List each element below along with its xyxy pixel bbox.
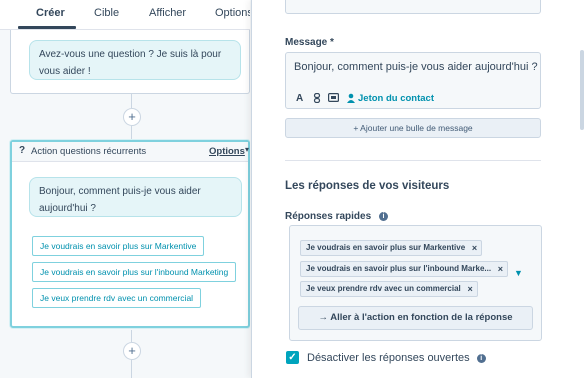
options-dropdown[interactable]: Options <box>209 146 245 157</box>
editor-tabs: Créer Cible Afficher Options <box>0 0 250 30</box>
contact-token-icon[interactable] <box>347 93 355 106</box>
info-icon[interactable]: i <box>476 353 486 363</box>
question-icon: ? <box>19 145 26 156</box>
contact-token-button[interactable]: Jeton du contact <box>358 93 434 104</box>
quick-reply-tag: Je veux prendre rdv avec un commercial × <box>300 281 478 297</box>
plus-icon: + <box>128 109 136 124</box>
chevron-down-icon[interactable]: ▼ <box>514 268 523 278</box>
media-icon[interactable] <box>328 93 340 105</box>
connector-line <box>131 126 132 140</box>
quick-reply-tag: Je voudrais en savoir plus sur Markentiv… <box>300 240 483 256</box>
tab-afficher[interactable]: Afficher <box>149 7 186 19</box>
add-step-button[interactable]: + <box>123 108 141 126</box>
section-divider <box>285 160 541 161</box>
message-editor[interactable]: Bonjour, comment puis-je vous aider aujo… <box>285 52 541 109</box>
close-icon[interactable]: × <box>498 262 503 276</box>
connector-line <box>131 94 132 108</box>
bot-message-bubble: Bonjour, comment puis-je vous aider aujo… <box>29 177 242 217</box>
plus-icon: + <box>128 343 136 358</box>
add-step-button[interactable]: + <box>123 342 141 360</box>
tag-label: Je voudrais en savoir plus sur l'inbound… <box>306 264 492 273</box>
faq-action-card[interactable]: ? Action questions récurrents Options ▾ … <box>10 140 250 328</box>
message-text[interactable]: Bonjour, comment puis-je vous aider aujo… <box>294 61 538 73</box>
close-icon[interactable]: × <box>467 282 472 296</box>
welcome-message-card[interactable]: Avez-vous une question ? Je suis là pour… <box>10 30 250 94</box>
flow-canvas: Créer Cible Afficher Options Avez-vous u… <box>0 0 250 378</box>
edit-panel: Message * Bonjour, comment puis-je vous … <box>251 0 585 378</box>
info-icon[interactable]: i <box>378 211 388 221</box>
previous-field-input[interactable] <box>285 0 541 14</box>
disable-open-responses-row: Désactiver les réponses ouvertes i <box>307 352 486 364</box>
connector-line <box>131 360 132 378</box>
card-title: Action questions récurrents <box>31 146 147 157</box>
panel-scrollbar[interactable] <box>580 50 584 130</box>
chevron-down-icon[interactable]: ▾ <box>245 145 249 154</box>
quick-reply-chip[interactable]: Je voudrais en savoir plus sur l'inbound… <box>32 262 237 282</box>
quick-reply-chip[interactable]: Je veux prendre rdv avec un commercial <box>32 288 202 308</box>
welcome-message-bubble: Avez-vous une question ? Je suis là pour… <box>29 40 241 80</box>
disable-open-responses-label[interactable]: Désactiver les réponses ouvertes <box>307 352 470 364</box>
go-to-action-button[interactable]: → Aller à l'action en fonction de la rép… <box>298 306 533 330</box>
close-icon[interactable]: × <box>472 241 477 255</box>
visitor-responses-title: Les réponses de vos visiteurs <box>285 180 450 192</box>
add-message-bubble-button[interactable]: + Ajouter une bulle de message <box>285 118 541 138</box>
quick-reply-tag: Je voudrais en savoir plus sur l'inbound… <box>300 261 509 277</box>
tag-label: Je veux prendre rdv avec un commercial <box>306 284 461 293</box>
quick-reply-chip[interactable]: Je voudrais en savoir plus sur Markentiv… <box>32 236 205 256</box>
tab-options[interactable]: Options <box>215 7 250 19</box>
message-label: Message * <box>285 37 334 48</box>
tab-cible[interactable]: Cible <box>94 7 119 19</box>
quick-replies-label: Réponses rapides <box>285 211 372 222</box>
card-header: ? Action questions récurrents Options ▾ <box>12 142 249 162</box>
tag-label: Je voudrais en savoir plus sur Markentiv… <box>306 243 466 252</box>
quick-replies-label-row: Réponses rapides i <box>285 211 388 222</box>
check-icon: ✓ <box>288 352 297 363</box>
active-tab-indicator <box>18 26 76 29</box>
tab-creer[interactable]: Créer <box>36 7 65 19</box>
connector-line <box>131 330 132 342</box>
text-format-icon[interactable]: A <box>296 93 303 104</box>
disable-open-responses-checkbox[interactable]: ✓ <box>286 351 299 364</box>
link-icon[interactable] <box>313 92 321 106</box>
quick-replies-select[interactable]: Je voudrais en savoir plus sur Markentiv… <box>289 225 542 341</box>
